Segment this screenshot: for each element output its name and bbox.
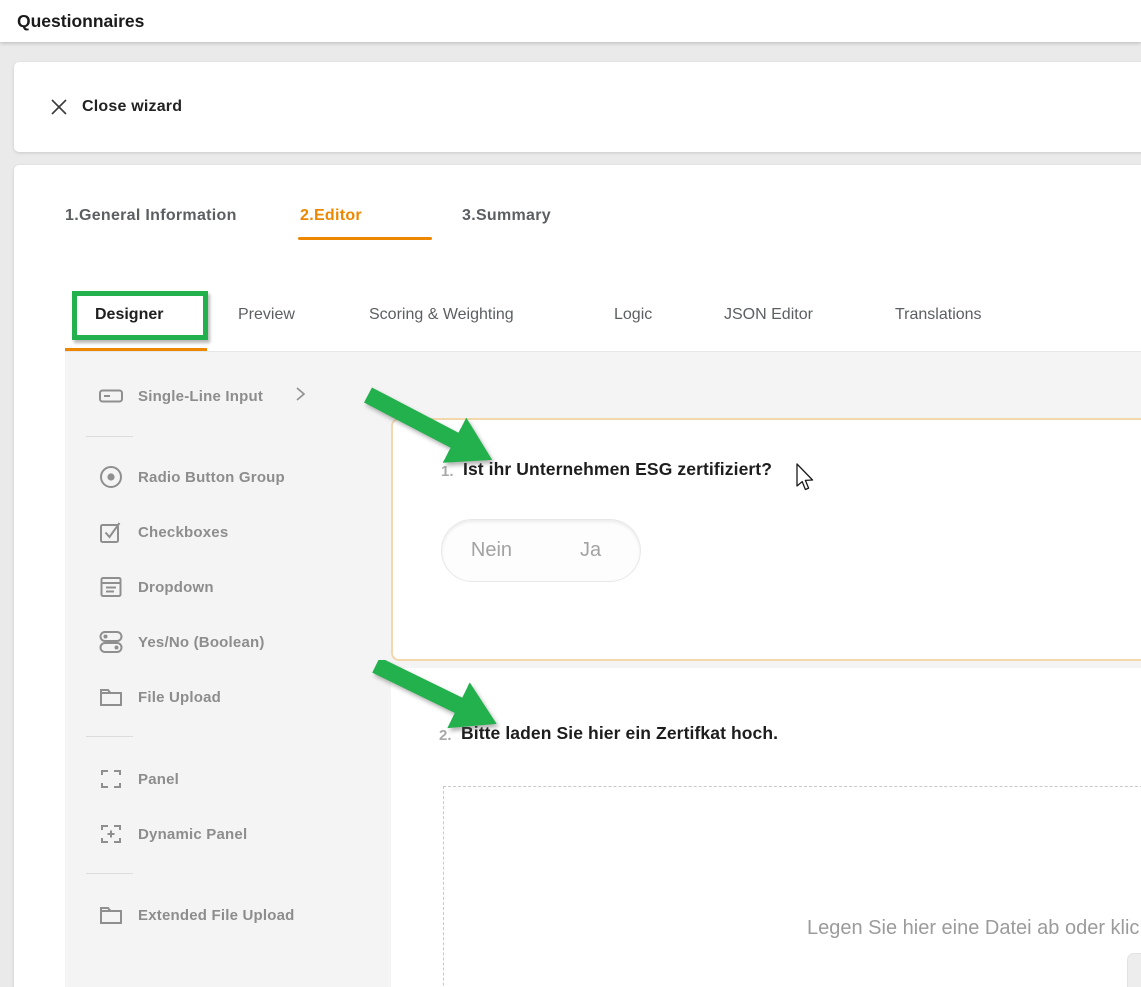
toolbox-item-radio-button-group[interactable]: Radio Button Group <box>98 464 285 490</box>
toolbox-divider <box>86 736 133 737</box>
dropdown-icon <box>98 574 124 600</box>
boolean-option-no[interactable]: Nein <box>442 539 541 562</box>
question-card-file-upload[interactable]: 2. Bitte laden Sie hier ein Zertifkat ho… <box>391 668 1141 987</box>
choose-file-button-partial[interactable] <box>1127 953 1141 987</box>
close-wizard-button[interactable]: Close wizard <box>50 62 182 152</box>
close-icon <box>50 98 68 116</box>
toolbox-item-checkboxes[interactable]: Checkboxes <box>98 519 228 545</box>
tab-translations[interactable]: Translations <box>895 306 982 332</box>
toolbox-divider <box>86 873 133 874</box>
questionnaire-wizard-page: Questionnaires Close wizard 1.General In… <box>0 0 1141 987</box>
toolbox-item-single-line-input[interactable]: Single-Line Input <box>98 383 263 409</box>
boolean-option-yes[interactable]: Ja <box>541 539 640 562</box>
wizard-editor-card: 1.General Information 2.Editor 3.Summary… <box>14 165 1141 987</box>
active-step-underline <box>298 237 432 240</box>
radio-button-group-icon <box>98 464 124 490</box>
step-tab-general-information[interactable]: 1.General Information <box>65 207 237 240</box>
toolbox-sidebar: Single-Line Input Radio Button <box>65 352 390 987</box>
designer-workspace: Single-Line Input Radio Button <box>65 352 1141 987</box>
chevron-right-icon[interactable] <box>293 386 307 402</box>
question-number: 1. <box>441 463 454 480</box>
toolbox-item-panel[interactable]: Panel <box>98 766 179 792</box>
tab-preview[interactable]: Preview <box>238 306 295 332</box>
toolbox-item-dropdown[interactable]: Dropdown <box>98 574 214 600</box>
step-tab-editor[interactable]: 2.Editor <box>300 207 362 240</box>
extended-file-upload-icon <box>98 902 124 928</box>
checkboxes-icon <box>98 519 124 545</box>
toolbox-item-boolean[interactable]: Yes/No (Boolean) <box>98 629 265 655</box>
tab-logic[interactable]: Logic <box>614 306 652 332</box>
question-number: 2. <box>439 727 452 744</box>
file-dropzone[interactable]: Legen Sie hier eine Datei ab oder klic <box>443 786 1141 987</box>
tab-json-editor[interactable]: JSON Editor <box>724 306 813 332</box>
single-line-input-icon <box>98 383 124 409</box>
question-title: Bitte laden Sie hier ein Zertifkat hoch. <box>461 723 778 744</box>
file-upload-icon <box>98 684 124 710</box>
close-wizard-label: Close wizard <box>82 98 182 116</box>
annotation-highlight-box <box>72 291 208 340</box>
toolbox-item-dynamic-panel[interactable]: Dynamic Panel <box>98 821 247 847</box>
toolbox-item-extended-file-upload[interactable]: Extended File Upload <box>98 902 295 928</box>
page-title: Questionnaires <box>17 0 144 42</box>
dropzone-hint-text: Legen Sie hier eine Datei ab oder klic <box>807 917 1139 940</box>
boolean-icon <box>98 629 124 655</box>
panel-icon <box>98 766 124 792</box>
question-title: Ist ihr Unternehmen ESG zertifiziert? <box>463 459 772 480</box>
question-card-boolean[interactable]: 1. Ist ihr Unternehmen ESG zertifiziert?… <box>391 418 1141 661</box>
boolean-toggle[interactable]: Nein Ja <box>441 519 641 582</box>
wizard-toolbar-card: Close wizard <box>14 62 1141 152</box>
toolbox-divider <box>86 436 133 437</box>
app-header: Questionnaires <box>0 0 1141 42</box>
tab-scoring-weighting[interactable]: Scoring & Weighting <box>369 306 514 332</box>
dynamic-panel-icon <box>98 821 124 847</box>
toolbox-item-file-upload[interactable]: File Upload <box>98 684 221 710</box>
step-tab-summary[interactable]: 3.Summary <box>462 207 551 240</box>
